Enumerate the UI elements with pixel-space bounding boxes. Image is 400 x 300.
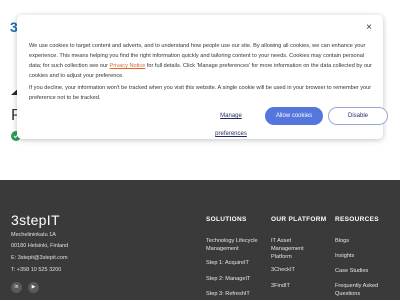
footer-heading-platform: OUR PLATFORM xyxy=(271,216,327,223)
email-text[interactable]: E: 3stepit@3stepit.com xyxy=(11,255,68,261)
footer-link[interactable]: Insights xyxy=(335,252,393,260)
allow-cookies-button[interactable]: Allow cookies xyxy=(265,107,323,125)
cookie-description: We use cookies to target content and adv… xyxy=(29,41,374,81)
footer-link[interactable]: Step 3: RefreshIT xyxy=(206,290,264,298)
footer-link[interactable]: Case Studies xyxy=(335,267,393,275)
address-line: 00180 Helsinki, Finland xyxy=(11,243,69,249)
footer-link[interactable]: IT Asset Management Platform xyxy=(271,237,321,261)
footer-heading-solutions: SOLUTIONS xyxy=(206,216,247,223)
cookie-decline-info: If you decline, your information won't b… xyxy=(29,85,372,101)
footer-link[interactable]: Technology Lifecycle Management xyxy=(206,237,264,253)
footer-link[interactable]: 3CheckIT xyxy=(271,266,321,274)
close-icon[interactable]: × xyxy=(364,23,374,33)
address-line: Mechelininkatu 1A xyxy=(11,232,56,238)
linkedin-icon[interactable]: in xyxy=(11,282,22,293)
footer-heading-resources: RESOURCES xyxy=(335,216,379,223)
disable-button[interactable]: Disable xyxy=(328,107,388,125)
cookie-banner: × We use cookies to target content and a… xyxy=(17,15,388,139)
footer-link[interactable]: Step 2: ManageIT xyxy=(206,275,264,283)
footer: 3stepIT Mechelininkatu 1A 00180 Helsinki… xyxy=(0,180,400,300)
footer-logo[interactable]: 3stepIT xyxy=(11,212,60,228)
manage-preferences-button[interactable]: Manage preferences xyxy=(204,107,258,137)
footer-link[interactable]: Frequently Asked Questions xyxy=(335,282,393,298)
footer-link[interactable]: Step 1: AcquireIT xyxy=(206,259,264,267)
footer-link[interactable]: 3FindIT xyxy=(271,282,321,290)
youtube-icon[interactable]: ▶ xyxy=(28,282,39,293)
privacy-notice-link[interactable]: Privacy Notice xyxy=(110,63,146,69)
footer-link[interactable]: Blogs xyxy=(335,237,393,245)
phone-text[interactable]: T: +358 10 525 3200 xyxy=(11,267,61,273)
